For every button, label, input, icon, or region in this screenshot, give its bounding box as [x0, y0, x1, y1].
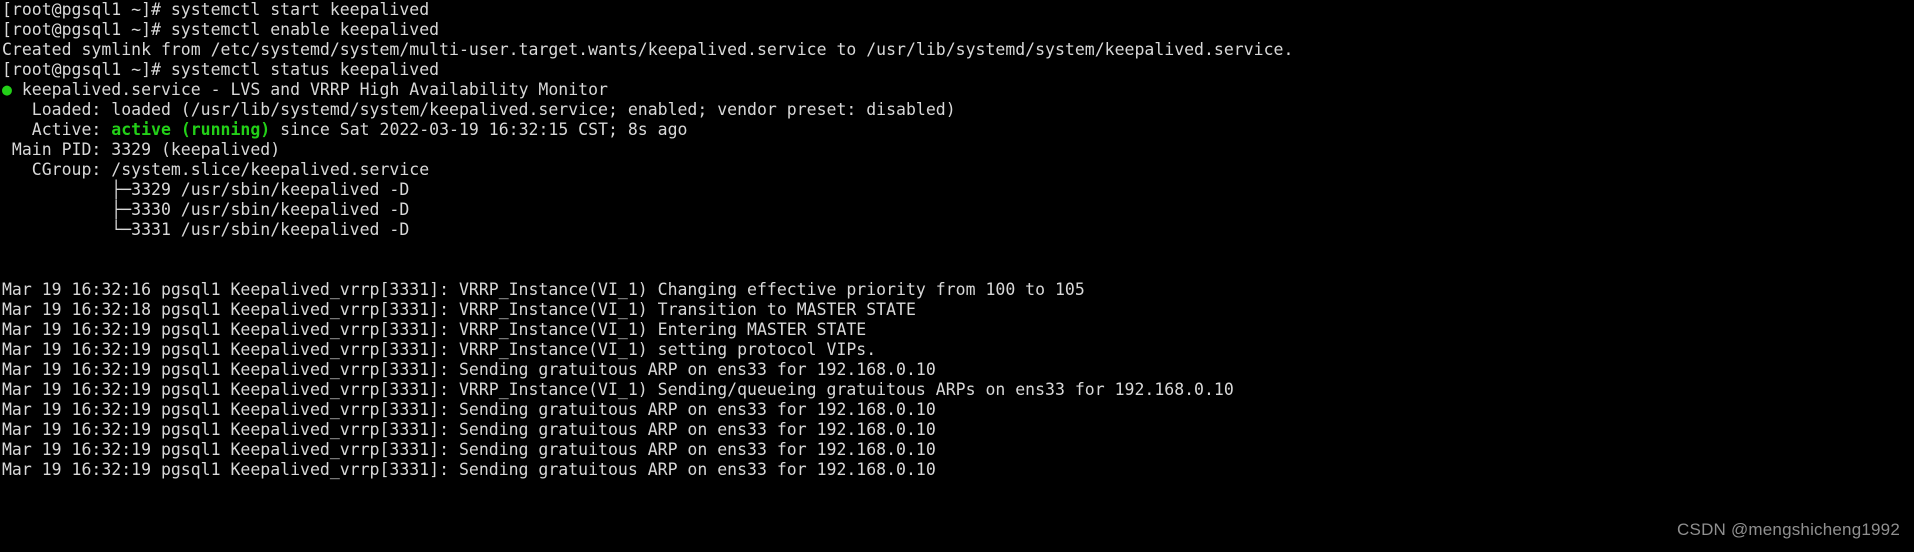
terminal-text: └─3331 /usr/sbin/keepalived -D	[2, 220, 410, 239]
terminal-text: [root@pgsql1 ~]# systemctl status keepal…	[2, 60, 440, 79]
terminal-output: [root@pgsql1 ~]# systemctl start keepali…	[0, 0, 1914, 480]
terminal-text: since Sat 2022-03-19 16:32:15 CST; 8s ag…	[270, 120, 688, 139]
terminal-line-symlink-output: Created symlink from /etc/systemd/system…	[0, 40, 1914, 60]
terminal-text: Mar 19 16:32:16 pgsql1 Keepalived_vrrp[3…	[2, 280, 1085, 299]
terminal-line-log-3: Mar 19 16:32:19 pgsql1 Keepalived_vrrp[3…	[0, 320, 1914, 340]
terminal-line-log-4: Mar 19 16:32:19 pgsql1 Keepalived_vrrp[3…	[0, 340, 1914, 360]
terminal-text: Mar 19 16:32:19 pgsql1 Keepalived_vrrp[3…	[2, 360, 936, 379]
terminal-text: Mar 19 16:32:19 pgsql1 Keepalived_vrrp[3…	[2, 420, 936, 439]
terminal-text: Mar 19 16:32:19 pgsql1 Keepalived_vrrp[3…	[2, 340, 877, 359]
terminal-text: Mar 19 16:32:18 pgsql1 Keepalived_vrrp[3…	[2, 300, 916, 319]
terminal-line-spacer-1	[0, 240, 1914, 260]
terminal-line-cmd-enable: [root@pgsql1 ~]# systemctl enable keepal…	[0, 20, 1914, 40]
terminal-text: Mar 19 16:32:19 pgsql1 Keepalived_vrrp[3…	[2, 320, 867, 339]
terminal-text: [root@pgsql1 ~]# systemctl enable keepal…	[2, 20, 440, 39]
terminal-line-unit-loaded: Loaded: loaded (/usr/lib/systemd/system/…	[0, 100, 1914, 120]
terminal-line-cgroup-proc-3330: ├─3330 /usr/sbin/keepalived -D	[0, 200, 1914, 220]
terminal-line-spacer-2	[0, 260, 1914, 280]
terminal-text: [root@pgsql1 ~]# systemctl start keepali…	[2, 0, 430, 19]
terminal-text: Mar 19 16:32:19 pgsql1 Keepalived_vrrp[3…	[2, 380, 1234, 399]
terminal-line-log-8: Mar 19 16:32:19 pgsql1 Keepalived_vrrp[3…	[0, 420, 1914, 440]
terminal-line-unit-active: Active: active (running) since Sat 2022-…	[0, 120, 1914, 140]
terminal-line-unit-header: ● keepalived.service - LVS and VRRP High…	[0, 80, 1914, 100]
terminal-text: active (running)	[111, 120, 271, 139]
terminal-line-cmd-start: [root@pgsql1 ~]# systemctl start keepali…	[0, 0, 1914, 20]
terminal-line-log-7: Mar 19 16:32:19 pgsql1 Keepalived_vrrp[3…	[0, 400, 1914, 420]
terminal-text: Mar 19 16:32:19 pgsql1 Keepalived_vrrp[3…	[2, 460, 936, 479]
terminal-line-log-2: Mar 19 16:32:18 pgsql1 Keepalived_vrrp[3…	[0, 300, 1914, 320]
terminal-text: Mar 19 16:32:19 pgsql1 Keepalived_vrrp[3…	[2, 400, 936, 419]
terminal-line-cmd-status: [root@pgsql1 ~]# systemctl status keepal…	[0, 60, 1914, 80]
terminal-text: Active:	[2, 120, 112, 139]
terminal-text: ├─3330 /usr/sbin/keepalived -D	[2, 200, 410, 219]
terminal-text: Created symlink from /etc/systemd/system…	[2, 40, 1294, 59]
terminal-text: Mar 19 16:32:19 pgsql1 Keepalived_vrrp[3…	[2, 440, 936, 459]
terminal-line-log-10: Mar 19 16:32:19 pgsql1 Keepalived_vrrp[3…	[0, 460, 1914, 480]
terminal-line-log-6: Mar 19 16:32:19 pgsql1 Keepalived_vrrp[3…	[0, 380, 1914, 400]
terminal-text: Loaded: loaded (/usr/lib/systemd/system/…	[2, 100, 956, 119]
csdn-watermark: CSDN @mengshicheng1992	[1677, 520, 1900, 539]
terminal-line-log-1: Mar 19 16:32:16 pgsql1 Keepalived_vrrp[3…	[0, 280, 1914, 300]
terminal-text: Main PID: 3329 (keepalived)	[2, 140, 281, 159]
terminal-line-cgroup-proc-3329: ├─3329 /usr/sbin/keepalived -D	[0, 180, 1914, 200]
terminal-line-unit-cgroup: CGroup: /system.slice/keepalived.service	[0, 160, 1914, 180]
terminal-text: ●	[2, 80, 12, 99]
terminal-text: keepalived.service - LVS and VRRP High A…	[11, 80, 608, 99]
terminal-text: ├─3329 /usr/sbin/keepalived -D	[2, 180, 410, 199]
terminal-window[interactable]: [root@pgsql1 ~]# systemctl start keepali…	[0, 0, 1914, 552]
terminal-line-log-5: Mar 19 16:32:19 pgsql1 Keepalived_vrrp[3…	[0, 360, 1914, 380]
terminal-line-log-9: Mar 19 16:32:19 pgsql1 Keepalived_vrrp[3…	[0, 440, 1914, 460]
terminal-line-unit-mainpid: Main PID: 3329 (keepalived)	[0, 140, 1914, 160]
terminal-text: CGroup: /system.slice/keepalived.service	[2, 160, 430, 179]
terminal-line-cgroup-proc-3331: └─3331 /usr/sbin/keepalived -D	[0, 220, 1914, 240]
